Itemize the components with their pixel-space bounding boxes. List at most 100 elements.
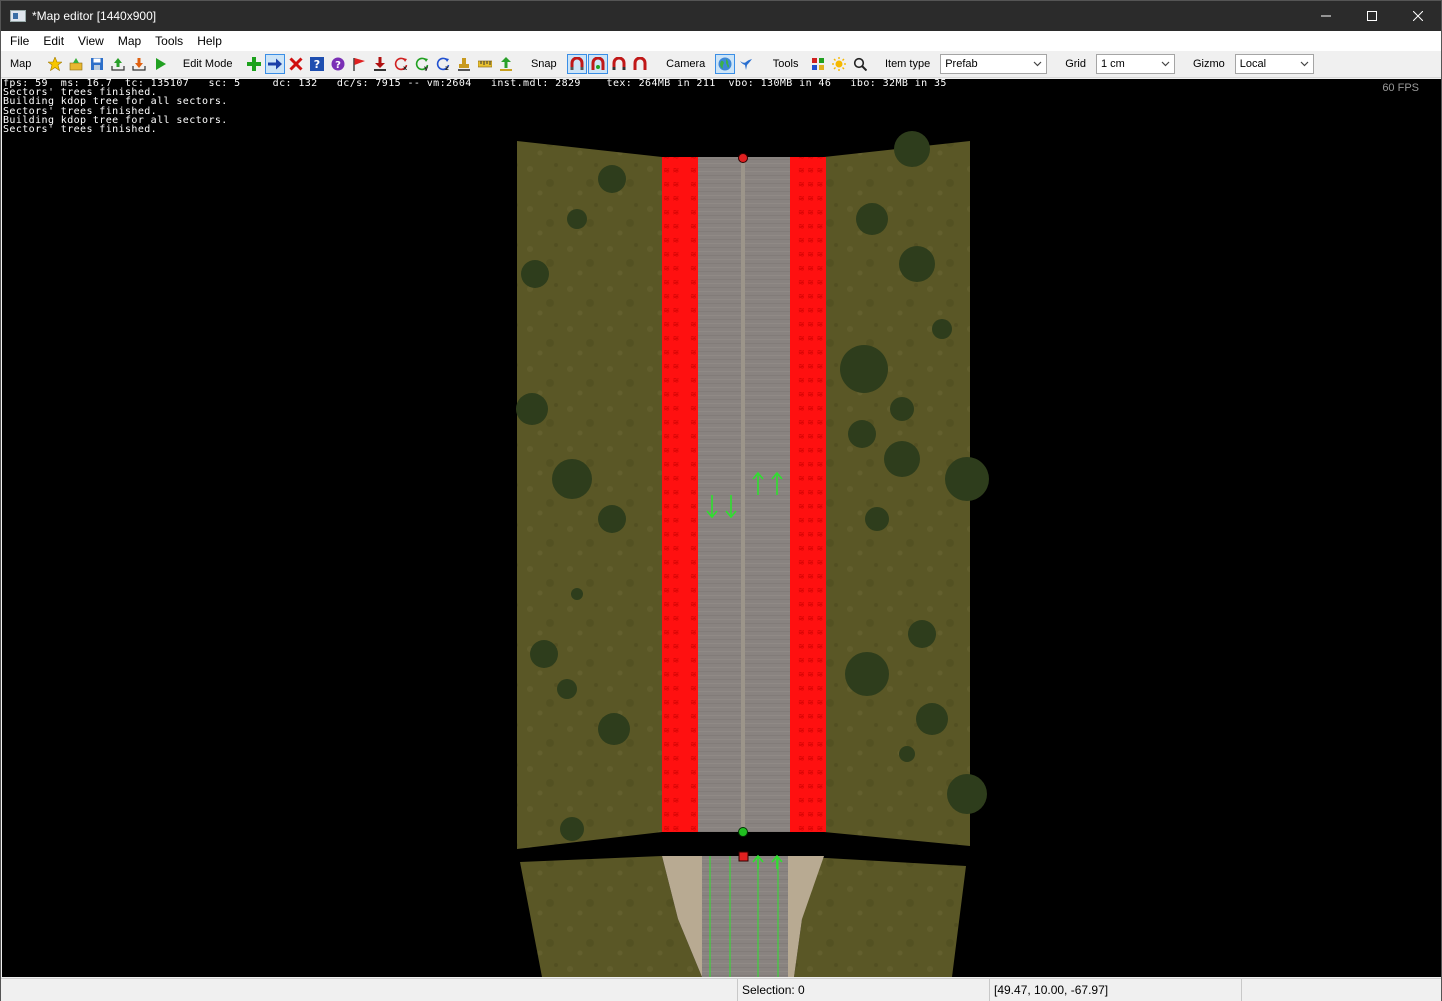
- info-button[interactable]: ?: [307, 54, 327, 74]
- grid-select[interactable]: 1 cm: [1095, 54, 1175, 74]
- chevron-down-icon: [1300, 61, 1309, 67]
- menu-tools[interactable]: Tools: [148, 31, 190, 51]
- raise-button[interactable]: [496, 54, 516, 74]
- move-mode-button[interactable]: [265, 54, 286, 74]
- fps-counter: 60 FPS: [1382, 82, 1419, 94]
- snap-node-button[interactable]: [587, 54, 608, 74]
- menu-help[interactable]: Help: [190, 31, 229, 51]
- help-circle-icon: ?: [331, 57, 345, 71]
- svg-text:x: x: [403, 64, 408, 71]
- lift-up-icon: [500, 57, 513, 71]
- prefab-node[interactable]: [738, 851, 749, 862]
- rotate-z-icon: z: [437, 57, 450, 71]
- rotate-y-button[interactable]: y: [412, 54, 432, 74]
- menu-edit[interactable]: Edit: [36, 31, 71, 51]
- save-icon: [91, 58, 104, 70]
- help-circle-button[interactable]: ?: [328, 54, 348, 74]
- drop-to-ground-button[interactable]: [370, 54, 390, 74]
- magnet-grid-icon: [612, 57, 626, 70]
- layers-button[interactable]: [808, 54, 828, 74]
- menu-file[interactable]: File: [3, 31, 36, 51]
- chevron-down-icon: [1033, 61, 1042, 67]
- ruler-icon: [478, 60, 493, 68]
- menu-map[interactable]: Map: [111, 31, 148, 51]
- svg-text:?: ?: [336, 60, 342, 71]
- delete-button[interactable]: [286, 54, 306, 74]
- road-shoulder-left-selected: [662, 157, 698, 832]
- run-button[interactable]: [150, 54, 170, 74]
- rotate-x-icon: x: [395, 57, 408, 71]
- flag-icon: [353, 58, 366, 71]
- minimize-button[interactable]: [1303, 1, 1349, 31]
- app-icon: [10, 10, 26, 22]
- title-bar: *Map editor [1440x900]: [1, 1, 1441, 31]
- road-center-line: [741, 157, 745, 832]
- marker-button[interactable]: [349, 54, 369, 74]
- tools-label: Tools: [772, 58, 799, 70]
- add-item-button[interactable]: [244, 54, 264, 74]
- road-asphalt-right: [745, 157, 790, 832]
- question-icon: ?: [310, 57, 325, 71]
- magnet-node-icon: [591, 57, 605, 70]
- stamp-button[interactable]: [454, 54, 474, 74]
- chevron-down-icon: [1161, 61, 1170, 67]
- cursor-coordinates: [49.47, 10.00, -67.97]: [989, 979, 1241, 1001]
- maximize-icon: [1367, 11, 1377, 21]
- import-button[interactable]: [129, 54, 149, 74]
- save-map-button[interactable]: [87, 54, 107, 74]
- map-label: Map: [10, 58, 32, 70]
- menu-bar: File Edit View Map Tools Help: [1, 31, 1441, 51]
- item-type-label: Item type: [884, 58, 931, 70]
- menu-view[interactable]: View: [71, 31, 111, 51]
- map-viewport[interactable]: ≋ ≋ ≋: [2, 79, 1441, 977]
- play-icon: [156, 58, 167, 70]
- open-folder-icon: [70, 58, 83, 71]
- toolbar: Map Edit Mode ? ? x y z Snap Camera Tool…: [1, 51, 1441, 78]
- road-start-node[interactable]: [738, 153, 748, 163]
- gizmo-label: Gizmo: [1192, 58, 1225, 70]
- export-icon: [111, 58, 126, 71]
- debug-console: fps: 59 ms: 16.7 tc: 135107 sc: 5 dc: 13…: [3, 79, 947, 135]
- camera-globe-button[interactable]: [715, 54, 736, 74]
- rotate-x-button[interactable]: x: [391, 54, 411, 74]
- sun-button[interactable]: [829, 54, 849, 74]
- snap-label: Snap: [530, 58, 557, 70]
- road-shoulder-right-selected: [790, 157, 826, 832]
- window-title: *Map editor [1440x900]: [32, 9, 157, 23]
- rotate-z-button[interactable]: z: [433, 54, 453, 74]
- maximize-button[interactable]: [1349, 1, 1395, 31]
- camera-label: Camera: [666, 58, 706, 70]
- grid-label: Grid: [1065, 58, 1086, 70]
- camera-bird-button[interactable]: [736, 54, 756, 74]
- search-button[interactable]: [850, 54, 870, 74]
- arrow-right-icon: [268, 58, 283, 70]
- open-map-button[interactable]: [66, 54, 86, 74]
- magnet-icon: [570, 57, 584, 70]
- terrain-sector-upper-right: [824, 141, 970, 846]
- sun-icon: [832, 57, 847, 71]
- measure-button[interactable]: [475, 54, 495, 74]
- window-controls: [1303, 1, 1441, 31]
- snap-grid-button[interactable]: [609, 54, 629, 74]
- road-end-node[interactable]: [738, 827, 748, 837]
- new-map-button[interactable]: [45, 54, 65, 74]
- snap-angle-button[interactable]: [630, 54, 650, 74]
- map-editor-window: *Map editor [1440x900] File Edit View Ma…: [0, 0, 1442, 1001]
- rotate-y-icon: y: [416, 57, 429, 71]
- minimize-icon: [1321, 15, 1331, 17]
- scene-render: ≋ ≋ ≋: [516, 131, 989, 977]
- road-lower-asphalt: [702, 856, 788, 977]
- plus-icon: [247, 57, 262, 71]
- gizmo-select[interactable]: Local: [1234, 54, 1314, 74]
- export-button[interactable]: [108, 54, 128, 74]
- selection-status: Selection: 0: [737, 979, 989, 1001]
- close-button[interactable]: [1395, 1, 1441, 31]
- close-icon: [1413, 11, 1423, 21]
- svg-text:z: z: [445, 64, 449, 71]
- gizmo-value: Local: [1239, 58, 1267, 70]
- delete-x-icon: [289, 57, 303, 71]
- import-icon: [132, 58, 147, 71]
- item-type-select[interactable]: Prefab: [940, 54, 1048, 74]
- status-bar: Selection: 0 [49.47, 10.00, -67.97]: [1, 978, 1441, 1001]
- snap-toggle-button[interactable]: [566, 54, 587, 74]
